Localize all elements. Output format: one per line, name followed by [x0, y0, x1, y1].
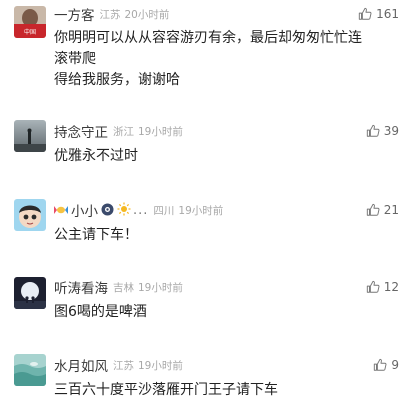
location-label: 吉林	[113, 281, 134, 294]
username[interactable]: 水月如风	[54, 355, 108, 375]
comment-body: 图6喝的是啤酒	[54, 302, 394, 323]
timestamp: 19小时前	[138, 281, 183, 294]
svg-text:中国: 中国	[24, 28, 36, 36]
comment-item: 水月如风 江苏 19小时前 9 三百六十度平沙落雁开门王子请下车	[0, 344, 413, 406]
like-count: 39	[383, 124, 399, 138]
comment-line: 得给我服务，谢谢哈	[54, 72, 180, 88]
thumbs-up-icon	[366, 280, 380, 293]
timestamp: 19小时前	[138, 359, 183, 372]
comment-body: 你明明可以从从容容游刃有余，最后却匆匆忙忙连 滚带爬 得给我服务，谢谢哈	[54, 28, 394, 91]
username[interactable]: 听涛看海	[54, 277, 108, 297]
silhouette-avatar[interactable]	[14, 120, 46, 152]
comment-body: 三百六十度平沙落雁开门王子请下车	[54, 380, 394, 401]
comment-item: 中国 一方客 江苏 20小时前 161 你明明可以从从容容游刃有余，最后却匆匆忙…	[0, 0, 413, 110]
comment-line: 公主请下车！	[54, 227, 138, 243]
username[interactable]: 持念守正	[54, 121, 108, 141]
water-avatar[interactable]	[14, 354, 46, 386]
sun-icon	[117, 201, 131, 220]
comment-line: 滚带爬	[54, 51, 96, 67]
location-label: 江苏	[99, 8, 121, 21]
cartoon-avatar[interactable]	[14, 199, 46, 231]
like-count: 161	[376, 7, 399, 21]
thumbs-up-icon	[366, 124, 380, 137]
thumbs-up-icon	[374, 358, 387, 371]
comment-line: 三百六十度平沙落雁开门王子请下车	[54, 382, 278, 398]
like-button[interactable]: 39	[366, 121, 399, 141]
comment-line: 优雅永不过时	[54, 148, 138, 164]
china-team-avatar[interactable]: 中国	[14, 6, 46, 38]
like-button[interactable]: 9	[373, 355, 399, 375]
username[interactable]: 小小	[71, 200, 98, 220]
like-count: 12	[383, 280, 399, 294]
timestamp: 20小时前	[124, 8, 170, 21]
comment-body: 优雅永不过时	[54, 146, 394, 167]
comment-body: 公主请下车！	[54, 225, 394, 246]
moon-avatar[interactable]	[14, 277, 46, 309]
timestamp: 19小时前	[138, 125, 183, 138]
comment-line: 你明明可以从从容容游刃有余，最后却匆匆忙忙连	[54, 30, 362, 46]
timestamp: 19小时前	[178, 204, 224, 217]
location-label: 浙江	[113, 125, 134, 138]
thumbs-up-icon	[358, 7, 372, 20]
username[interactable]: 一方客	[54, 4, 95, 24]
location-label: 四川	[153, 204, 175, 217]
like-button[interactable]: 21	[366, 200, 399, 220]
like-button[interactable]: 12	[366, 277, 399, 297]
comment-item: 持念守正 浙江 19小时前 39 优雅永不过时	[0, 110, 413, 190]
like-count: 9	[391, 358, 399, 372]
flower-badge-icon	[101, 201, 114, 220]
like-button[interactable]: 161	[358, 4, 399, 24]
thumbs-up-icon	[366, 203, 380, 216]
like-count: 21	[383, 203, 399, 217]
comment-line: 图6喝的是啤酒	[54, 304, 147, 320]
comment-item: 小小 ... 四川 19小时前 21 公主请下车！	[0, 190, 413, 266]
more-badges: ...	[133, 202, 149, 218]
comment-item: 听涛看海 吉林 19小时前 12 图6喝的是啤酒	[0, 266, 413, 344]
candy-icon	[54, 201, 68, 220]
location-label: 江苏	[113, 359, 134, 372]
